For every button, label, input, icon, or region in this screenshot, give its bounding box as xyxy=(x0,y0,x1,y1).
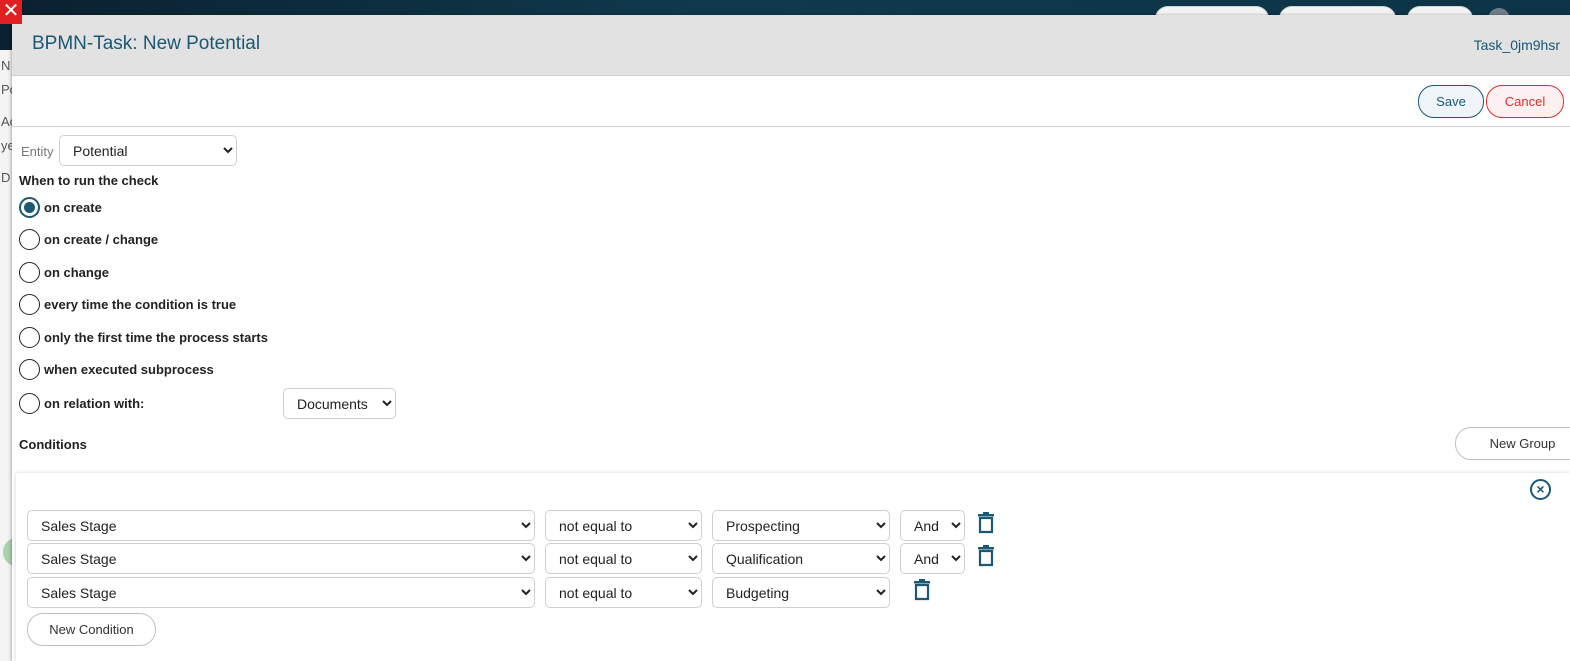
background-label: D xyxy=(1,170,11,185)
trash-icon[interactable] xyxy=(977,545,995,567)
radio-label: on relation with: xyxy=(44,395,145,411)
radio-button[interactable] xyxy=(19,228,40,250)
radio-on-relation[interactable]: on relation with: xyxy=(19,392,144,414)
radio-on-create-change[interactable]: on create / change xyxy=(19,228,158,250)
close-icon[interactable]: ✕ xyxy=(0,0,22,24)
radio-label: when executed subprocess xyxy=(44,361,214,377)
radio-first-time[interactable]: only the first time the process starts xyxy=(19,326,268,348)
condition-operator-select[interactable]: not equal to xyxy=(545,577,702,608)
cancel-button[interactable]: Cancel xyxy=(1486,85,1564,118)
condition-field-select[interactable]: Sales Stage xyxy=(27,510,535,541)
radio-button[interactable] xyxy=(19,326,40,348)
radio-subprocess[interactable]: when executed subprocess xyxy=(19,358,214,380)
condition-row: Sales Stage not equal to Prospecting And xyxy=(27,510,1027,541)
radio-on-create[interactable]: on create xyxy=(19,196,102,218)
radio-button[interactable] xyxy=(19,196,40,218)
entity-select[interactable]: Potential xyxy=(59,135,237,166)
condition-field-select[interactable]: Sales Stage xyxy=(27,577,535,608)
condition-logic-select[interactable]: And xyxy=(900,543,965,574)
radio-button[interactable] xyxy=(19,293,40,315)
circle-x-icon[interactable]: × xyxy=(1530,479,1551,500)
modal-header: BPMN-Task: New Potential Task_0jm9hsr xyxy=(12,15,1570,76)
radio-button[interactable] xyxy=(19,358,40,380)
modal-title: BPMN-Task: New Potential xyxy=(32,33,261,54)
task-id: Task_0jm9hsr xyxy=(1473,37,1560,53)
new-group-button[interactable]: New Group xyxy=(1455,427,1570,460)
conditions-heading: Conditions xyxy=(19,437,87,452)
bpmn-task-modal: BPMN-Task: New Potential Task_0jm9hsr Sa… xyxy=(12,15,1570,661)
trash-icon[interactable] xyxy=(913,579,931,601)
condition-field-select[interactable]: Sales Stage xyxy=(27,543,535,574)
condition-operator-select[interactable]: not equal to xyxy=(545,510,702,541)
action-bar: Save Cancel xyxy=(12,76,1570,127)
condition-row: Sales Stage not equal to Budgeting xyxy=(27,577,1027,608)
when-heading: When to run the check xyxy=(19,173,159,188)
trash-icon[interactable] xyxy=(977,512,995,534)
condition-value-select[interactable]: Budgeting xyxy=(712,577,890,608)
new-condition-button[interactable]: New Condition xyxy=(27,613,156,646)
save-button[interactable]: Save xyxy=(1418,85,1484,118)
condition-value-select[interactable]: Qualification xyxy=(712,543,890,574)
condition-row: Sales Stage not equal to Qualification A… xyxy=(27,543,1027,574)
radio-label: on create xyxy=(44,199,102,215)
condition-operator-select[interactable]: not equal to xyxy=(545,543,702,574)
radio-label: every time the condition is true xyxy=(44,296,237,312)
condition-value-select[interactable]: Prospecting xyxy=(712,510,890,541)
radio-on-change[interactable]: on change xyxy=(19,261,109,283)
radio-label: on change xyxy=(44,264,110,280)
condition-logic-select[interactable]: And xyxy=(900,510,965,541)
radio-every-time[interactable]: every time the condition is true xyxy=(19,293,236,315)
radio-button[interactable] xyxy=(19,261,40,283)
radio-button[interactable] xyxy=(19,392,40,414)
background-label: N xyxy=(1,58,11,73)
entity-label: Entity xyxy=(21,144,54,159)
radio-label: only the first time the process starts xyxy=(44,329,268,345)
relation-select[interactable]: Documents xyxy=(283,388,396,419)
radio-label: on create / change xyxy=(44,231,159,247)
